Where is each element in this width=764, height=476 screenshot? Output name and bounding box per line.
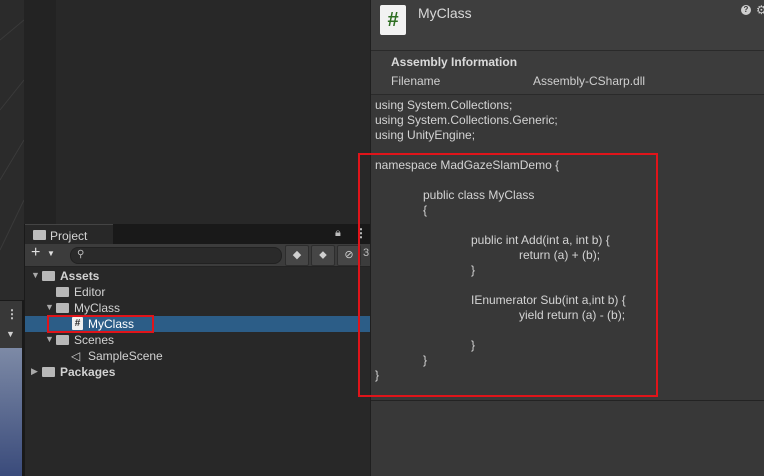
code-line: using UnityEngine; — [375, 128, 476, 142]
annotation-highlight-box — [358, 153, 658, 397]
csharp-script-icon: # — [380, 5, 406, 35]
tree-item-assets[interactable]: ▼ Assets — [25, 268, 371, 284]
expand-arrow-icon[interactable]: ▶ — [31, 366, 38, 377]
filename-label: Filename — [391, 74, 441, 88]
tree-item-myclass-folder[interactable]: ▼ MyClass — [25, 300, 371, 316]
game-view-toolbar: ⋮ ▼ — [0, 300, 22, 349]
filter-by-type-button[interactable]: ◆ — [285, 245, 309, 266]
hierarchy-panel-edge — [24, 0, 56, 224]
tab-project[interactable]: Project — [25, 224, 113, 245]
filter-by-label-button[interactable]: ⬥ — [311, 245, 335, 266]
expand-arrow-icon[interactable]: ▼ — [45, 302, 54, 312]
folder-icon — [56, 335, 69, 345]
tree-item-label: SampleScene — [88, 349, 163, 363]
filename-value: Assembly-CSharp.dll — [533, 74, 646, 88]
inspector-title: MyClass — [418, 5, 472, 21]
tree-item-label: Scenes — [74, 333, 115, 347]
dropdown-arrow-icon[interactable]: ▼ — [6, 329, 15, 339]
annotation-highlight-box — [47, 315, 154, 333]
tree-item-label: Editor — [74, 285, 106, 299]
expand-arrow-icon[interactable]: ▼ — [45, 334, 54, 344]
chevron-down-icon: ▼ — [47, 249, 55, 258]
inspector-empty-area — [371, 401, 764, 476]
tree-item-scenes[interactable]: ▼ Scenes — [25, 332, 371, 348]
lock-icon[interactable]: 🔒︎ — [335, 227, 341, 240]
tree-item-label: Packages — [60, 365, 116, 379]
tree-item-packages[interactable]: ▶ Packages — [25, 364, 371, 380]
assembly-heading: Assembly Information — [391, 55, 518, 69]
help-icon[interactable]: ? — [741, 5, 751, 15]
kebab-menu-icon[interactable]: ⋮ — [6, 307, 18, 321]
search-input[interactable] — [89, 248, 274, 262]
plus-icon: + — [31, 244, 41, 261]
assembly-information: Assembly Information Filename Assembly-C… — [371, 51, 764, 95]
inspector-header: # MyClass ? ⚙ — [371, 0, 764, 51]
project-panel: Project 🔒︎ ⋮ + ▼ ⚲ ◆ ⬥ ⊘ 3 ▼ Assets Edit… — [24, 224, 371, 476]
code-line: using System.Collections.Generic; — [375, 113, 558, 127]
tree-item-editor[interactable]: Editor — [25, 284, 371, 300]
folder-icon — [42, 271, 55, 281]
hierarchy-panel[interactable] — [56, 0, 370, 224]
search-field: ⚲ — [70, 247, 282, 264]
folder-icon — [56, 303, 69, 313]
code-line: using System.Collections; — [375, 98, 513, 112]
unity-scene-icon: ◁ — [71, 349, 81, 363]
tab-project-label: Project — [50, 229, 88, 243]
search-icon: ⚲ — [77, 249, 85, 260]
folder-icon — [42, 367, 55, 377]
game-view-edge[interactable] — [0, 348, 22, 476]
expand-arrow-icon[interactable]: ▼ — [31, 270, 40, 280]
project-toolbar: + ▼ ⚲ ◆ ⬥ ⊘ 3 — [25, 244, 371, 267]
tree-item-label: Assets — [60, 269, 100, 283]
tree-item-label: MyClass — [74, 301, 121, 315]
folder-icon — [33, 230, 46, 240]
gear-icon[interactable]: ⚙ — [756, 3, 764, 17]
project-tab-bar: Project 🔒︎ ⋮ — [25, 224, 371, 245]
add-asset-button[interactable]: + ▼ — [29, 244, 59, 264]
folder-icon — [56, 287, 69, 297]
tree-item-samplescene[interactable]: ◁ SampleScene — [25, 348, 371, 364]
scene-view-edge[interactable] — [0, 0, 24, 300]
